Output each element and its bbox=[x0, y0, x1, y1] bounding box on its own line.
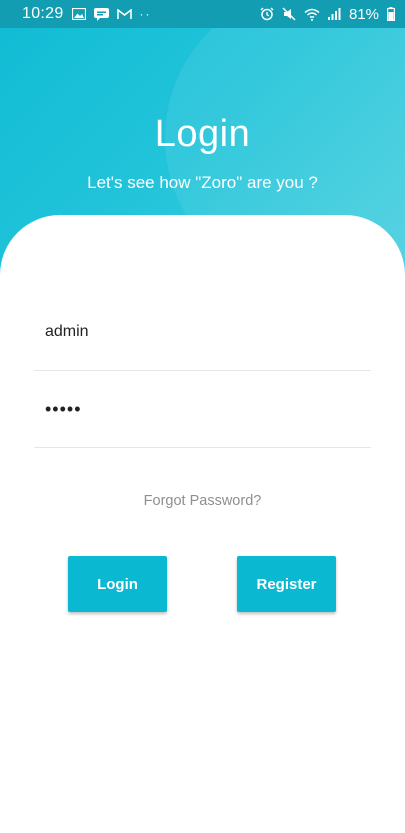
password-input[interactable] bbox=[45, 371, 365, 447]
password-field bbox=[34, 371, 371, 448]
username-field bbox=[34, 294, 371, 371]
image-icon bbox=[71, 8, 86, 20]
register-button[interactable]: Register bbox=[237, 556, 336, 612]
page-subtitle: Let's see how "Zoro" are you ? bbox=[87, 173, 318, 192]
alarm-icon bbox=[260, 7, 274, 21]
status-bar: 10:29 ·· 81% bbox=[0, 0, 405, 28]
username-input[interactable] bbox=[45, 294, 365, 370]
login-card: Forgot Password? Login Register bbox=[0, 215, 405, 833]
signal-icon bbox=[327, 8, 341, 20]
page-title: Login bbox=[154, 113, 251, 155]
login-button[interactable]: Login bbox=[68, 556, 167, 612]
battery-icon bbox=[387, 7, 395, 21]
status-bar-right: 81% bbox=[260, 6, 395, 23]
chat-icon bbox=[93, 7, 109, 21]
gmail-icon bbox=[116, 8, 132, 20]
forgot-password-link[interactable]: Forgot Password? bbox=[0, 493, 405, 509]
mute-icon bbox=[282, 7, 296, 21]
status-bar-left: 10:29 ·· bbox=[22, 5, 152, 23]
wifi-icon bbox=[304, 8, 320, 21]
status-time: 10:29 bbox=[22, 5, 64, 22]
more-notifications-indicator: ·· bbox=[139, 7, 152, 21]
battery-percentage: 81% bbox=[348, 5, 379, 23]
